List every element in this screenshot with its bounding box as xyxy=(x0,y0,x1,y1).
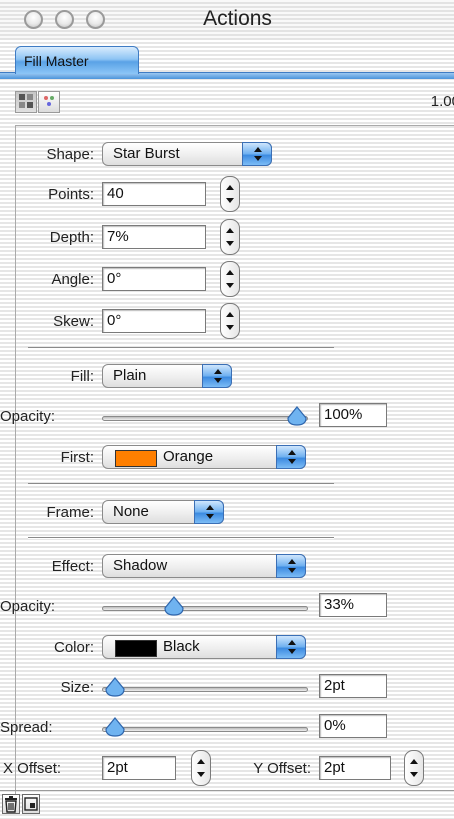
shadow-size-field[interactable]: 2pt xyxy=(319,674,387,698)
styles-button[interactable] xyxy=(38,91,60,113)
shape-popup[interactable]: Star Burst xyxy=(102,142,272,166)
popup-arrows-icon xyxy=(194,500,224,524)
window-title: Actions xyxy=(203,7,272,30)
shadow-color-name: Black xyxy=(163,638,200,655)
list-view-button[interactable] xyxy=(15,91,37,113)
first-color-popup[interactable]: Orange xyxy=(102,445,306,469)
effect-label: Effect: xyxy=(51,558,94,575)
fill-master-panel: Shape: Star Burst Points: 40 Depth: 7% A… xyxy=(0,125,454,806)
new-item-button[interactable] xyxy=(22,794,40,814)
zoom-level: 1.00 xyxy=(430,93,454,110)
x-offset-label: X Offset: xyxy=(3,760,62,777)
section-divider xyxy=(28,347,334,349)
shadow-size-slider-thumb[interactable] xyxy=(104,677,126,697)
frame-popup[interactable]: None xyxy=(102,500,224,524)
minimize-window-button[interactable] xyxy=(55,10,74,29)
first-color-name: Orange xyxy=(163,448,214,465)
shadow-spread-slider-track[interactable] xyxy=(102,727,308,732)
trash-icon xyxy=(5,796,17,813)
fill-opacity-field[interactable]: 100% xyxy=(319,403,387,427)
fill-popup[interactable]: Plain xyxy=(102,364,232,388)
fill-opacity-slider-track[interactable] xyxy=(102,416,308,421)
effect-popup-value: Shadow xyxy=(113,557,168,574)
section-divider xyxy=(28,537,334,539)
new-item-icon xyxy=(24,797,38,811)
fill-label: Fill: xyxy=(70,368,94,385)
frame-label: Frame: xyxy=(46,504,94,521)
skew-label: Skew: xyxy=(53,313,94,330)
section-divider xyxy=(28,483,334,485)
depth-label: Depth: xyxy=(49,229,94,246)
orange-color-swatch xyxy=(115,450,157,467)
skew-stepper[interactable] xyxy=(220,303,240,339)
frame-popup-value: None xyxy=(113,503,149,520)
shadow-opacity-field[interactable]: 33% xyxy=(319,593,387,617)
y-offset-field[interactable]: 2pt xyxy=(319,756,391,780)
list-view-icon xyxy=(19,94,33,108)
shadow-opacity-label: Opacity: xyxy=(0,598,56,615)
angle-label: Angle: xyxy=(51,271,94,288)
shadow-spread-label: Spread: xyxy=(0,719,53,736)
x-offset-field[interactable]: 2pt xyxy=(102,756,176,780)
popup-arrows-icon xyxy=(276,445,306,469)
popup-arrows-icon xyxy=(202,364,232,388)
shadow-opacity-slider-track[interactable] xyxy=(102,606,308,611)
popup-arrows-icon xyxy=(242,142,272,166)
popup-arrows-icon xyxy=(276,635,306,659)
bottom-bar xyxy=(0,790,454,819)
title-bar: Actions xyxy=(0,0,454,40)
shadow-opacity-slider-thumb[interactable] xyxy=(163,596,185,616)
shape-popup-value: Star Burst xyxy=(113,145,180,162)
popup-arrows-icon xyxy=(276,554,306,578)
toolbar: 1.00 xyxy=(0,88,454,118)
angle-field[interactable]: 0° xyxy=(102,267,206,291)
close-window-button[interactable] xyxy=(24,10,43,29)
first-color-label: First: xyxy=(60,449,94,466)
zoom-window-button[interactable] xyxy=(86,10,105,29)
actions-window: Actions Fill Master 1.00 Shape: xyxy=(0,0,454,819)
shadow-size-slider-track[interactable] xyxy=(102,687,308,692)
shadow-color-popup[interactable]: Black xyxy=(102,635,306,659)
shadow-spread-field[interactable]: 0% xyxy=(319,714,387,738)
x-offset-stepper[interactable] xyxy=(191,750,211,786)
y-offset-label: Y Offset: xyxy=(253,760,311,777)
fill-opacity-slider-thumb[interactable] xyxy=(286,406,308,426)
fill-opacity-label: Opacity: xyxy=(0,408,56,425)
styles-icon xyxy=(44,96,54,106)
shadow-spread-slider-thumb[interactable] xyxy=(104,717,126,737)
depth-field[interactable]: 7% xyxy=(102,225,206,249)
points-field[interactable]: 40 xyxy=(102,182,206,206)
y-offset-stepper[interactable] xyxy=(404,750,424,786)
tab-fill-master[interactable]: Fill Master xyxy=(15,46,139,74)
skew-field[interactable]: 0° xyxy=(102,309,206,333)
effect-popup[interactable]: Shadow xyxy=(102,554,306,578)
shadow-size-label: Size: xyxy=(60,679,94,696)
points-label: Points: xyxy=(48,186,94,203)
tab-strip: Fill Master xyxy=(0,40,454,79)
depth-stepper[interactable] xyxy=(220,219,240,255)
angle-stepper[interactable] xyxy=(220,261,240,297)
delete-button[interactable] xyxy=(2,794,20,814)
fill-popup-value: Plain xyxy=(113,367,147,384)
shadow-color-label: Color: xyxy=(53,639,94,656)
points-stepper[interactable] xyxy=(220,176,240,212)
shape-label: Shape: xyxy=(46,146,94,163)
black-color-swatch xyxy=(115,640,157,657)
